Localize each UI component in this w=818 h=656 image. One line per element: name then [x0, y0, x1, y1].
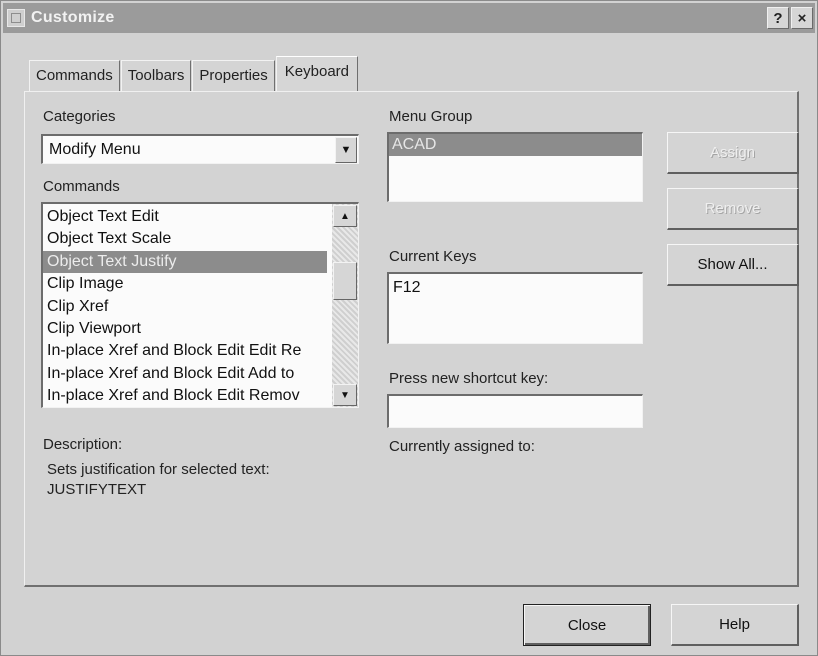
- assigned-label: Currently assigned to:: [389, 438, 535, 455]
- list-item[interactable]: In-place Xref and Block Edit Remov: [43, 385, 327, 407]
- commands-items: Object Text Edit Object Text Scale Objec…: [43, 206, 327, 407]
- customize-dialog: Customize ? × Commands Toolbars Properti…: [0, 0, 818, 656]
- list-item[interactable]: Clip Viewport: [43, 318, 327, 340]
- categories-label: Categories: [43, 108, 116, 125]
- scroll-up-icon[interactable]: ▲: [333, 205, 357, 227]
- current-keys-label: Current Keys: [389, 248, 477, 265]
- help-icon[interactable]: ?: [767, 7, 789, 29]
- close-button[interactable]: Close: [523, 604, 651, 646]
- commands-scrollbar[interactable]: ▲ ▼: [332, 204, 358, 407]
- close-icon[interactable]: ×: [791, 7, 813, 29]
- tab-properties[interactable]: Properties: [192, 60, 275, 91]
- menu-group-item[interactable]: ACAD: [389, 134, 642, 156]
- list-item[interactable]: Clip Xref: [43, 296, 327, 318]
- tab-toolbars[interactable]: Toolbars: [120, 60, 192, 91]
- categories-combo[interactable]: Modify Menu ▼: [41, 134, 359, 164]
- scroll-down-icon[interactable]: ▼: [333, 384, 357, 406]
- menu-group-label: Menu Group: [389, 108, 473, 125]
- shortcut-input[interactable]: [387, 394, 643, 428]
- list-item[interactable]: Clip Image: [43, 273, 327, 295]
- commands-list[interactable]: Object Text Edit Object Text Scale Objec…: [41, 202, 359, 408]
- scroll-thumb[interactable]: [333, 262, 357, 300]
- show-all-button[interactable]: Show All...: [667, 244, 799, 286]
- title-bar: Customize ? ×: [3, 3, 815, 33]
- menu-group-list[interactable]: ACAD: [387, 132, 643, 202]
- tab-commands[interactable]: Commands: [29, 60, 120, 91]
- list-item[interactable]: In-place Xref and Block Edit Add to: [43, 363, 327, 385]
- shortcut-label: Press new shortcut key:: [389, 370, 549, 387]
- list-item[interactable]: Object Text Justify: [43, 250, 327, 274]
- remove-button[interactable]: Remove: [667, 188, 799, 230]
- list-item[interactable]: In-place Xref and Block Edit Edit Re: [43, 340, 327, 362]
- tab-keyboard[interactable]: Keyboard: [275, 56, 358, 92]
- description-command: JUSTIFYTEXT: [47, 481, 147, 498]
- list-item[interactable]: Object Text Scale: [43, 228, 327, 250]
- tab-strip: Commands Toolbars Properties Keyboard: [29, 56, 359, 92]
- help-button[interactable]: Help: [671, 604, 799, 646]
- dialog-title: Customize: [31, 9, 115, 26]
- current-keys-list[interactable]: F12: [387, 272, 643, 344]
- description-text: Sets justification for selected text:: [47, 461, 270, 478]
- categories-value: Modify Menu: [49, 141, 141, 158]
- app-icon: [7, 9, 25, 27]
- current-key-item[interactable]: F12: [393, 279, 421, 297]
- list-item[interactable]: Object Text Edit: [43, 206, 327, 228]
- description-label: Description:: [43, 436, 123, 453]
- assign-button[interactable]: Assign: [667, 132, 799, 174]
- chevron-down-icon[interactable]: ▼: [335, 137, 357, 163]
- keyboard-panel: Categories Modify Menu ▼ Commands Object…: [24, 91, 799, 587]
- commands-label: Commands: [43, 178, 120, 195]
